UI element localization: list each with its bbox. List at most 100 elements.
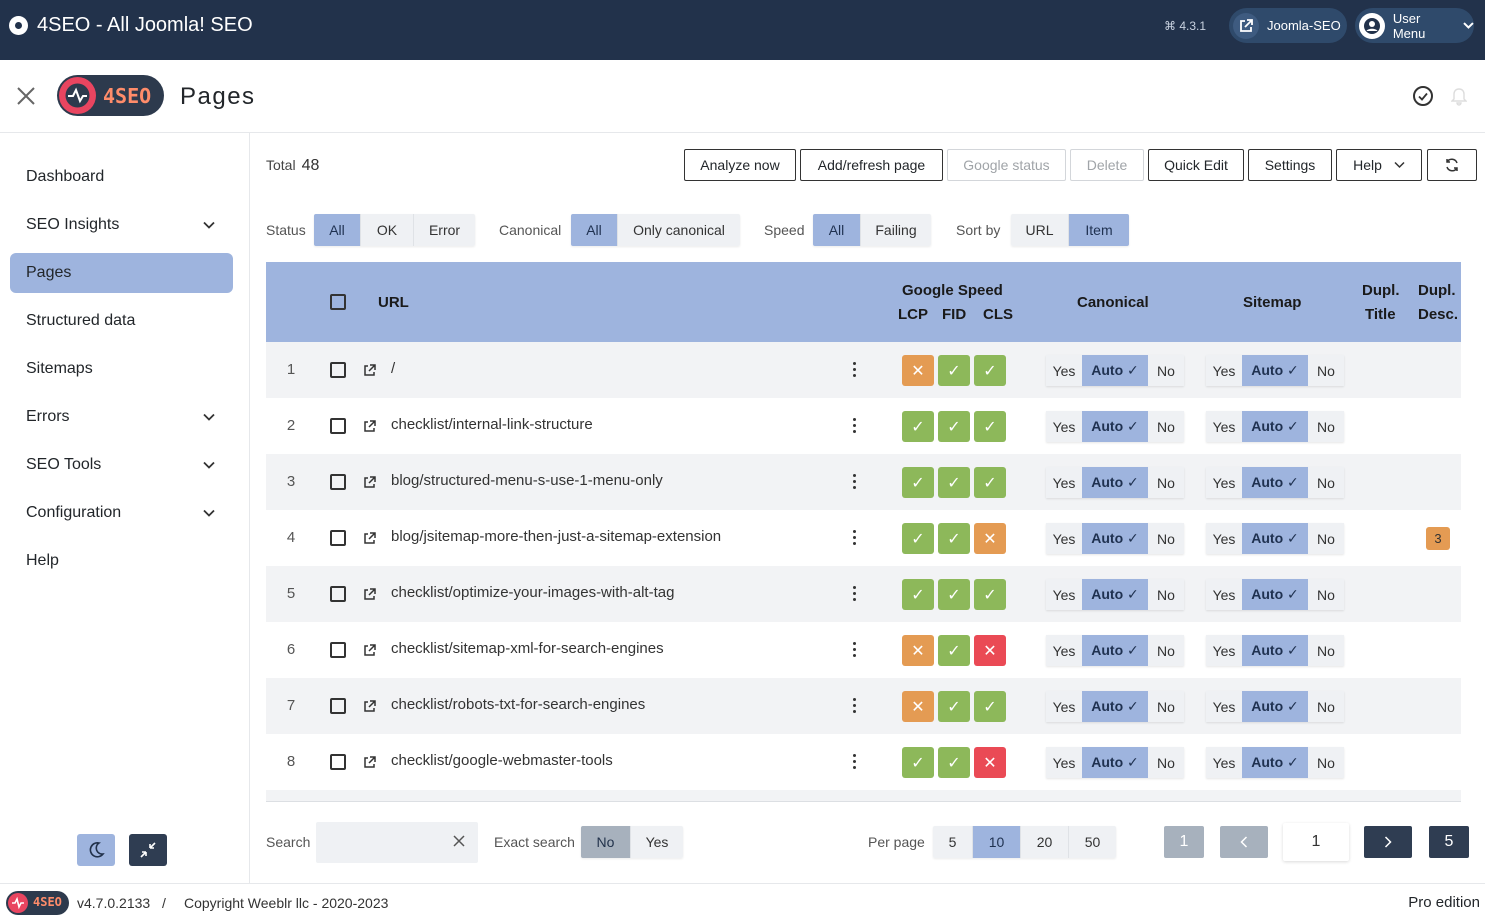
row-url[interactable]: blog/jsitemap-more-then-just-a-sitemap-e… — [391, 528, 721, 545]
external-link-icon[interactable] — [363, 700, 376, 713]
add-refresh-page-button[interactable]: Add/refresh page — [800, 149, 943, 181]
canonical-all-option[interactable]: All — [571, 214, 618, 246]
sitemap-no-option[interactable]: No — [1308, 467, 1344, 498]
sitemap-auto-option[interactable]: Auto ✓ — [1242, 523, 1308, 554]
sitemap-yes-option[interactable]: Yes — [1206, 747, 1242, 778]
sidebar-item-seo-insights[interactable]: SEO Insights — [10, 205, 233, 245]
sidebar-item-dashboard[interactable]: Dashboard — [10, 157, 233, 197]
sitemap-auto-option[interactable]: Auto ✓ — [1242, 579, 1308, 610]
select-all-checkbox[interactable] — [330, 294, 346, 310]
clear-search-icon[interactable] — [452, 834, 466, 848]
external-link-icon[interactable] — [363, 420, 376, 433]
row-checkbox[interactable] — [330, 362, 346, 378]
help-button[interactable]: Help — [1336, 149, 1422, 181]
sitemap-auto-option[interactable]: Auto ✓ — [1242, 411, 1308, 442]
canonical-no-option[interactable]: No — [1148, 467, 1184, 498]
exact-no-option[interactable]: No — [581, 826, 631, 858]
canonical-yes-option[interactable]: Yes — [1046, 355, 1082, 386]
per-page-option[interactable]: 10 — [973, 826, 1021, 858]
row-menu-icon[interactable] — [853, 698, 857, 714]
canonical-no-option[interactable]: No — [1148, 355, 1184, 386]
canonical-only-option[interactable]: Only canonical — [618, 214, 740, 246]
sitemap-auto-option[interactable]: Auto ✓ — [1242, 635, 1308, 666]
bell-icon[interactable] — [1451, 88, 1467, 106]
row-checkbox[interactable] — [330, 418, 346, 434]
canonical-auto-option[interactable]: Auto ✓ — [1082, 579, 1148, 610]
row-url[interactable]: / — [391, 360, 395, 377]
per-page-option[interactable]: 20 — [1021, 826, 1069, 858]
canonical-auto-option[interactable]: Auto ✓ — [1082, 523, 1148, 554]
row-checkbox[interactable] — [330, 698, 346, 714]
canonical-yes-option[interactable]: Yes — [1046, 635, 1082, 666]
sitemap-yes-option[interactable]: Yes — [1206, 467, 1242, 498]
last-page-button[interactable]: 5 — [1429, 826, 1469, 858]
refresh-button[interactable] — [1427, 149, 1477, 181]
row-menu-icon[interactable] — [853, 642, 857, 658]
canonical-yes-option[interactable]: Yes — [1046, 523, 1082, 554]
sitemap-auto-option[interactable]: Auto ✓ — [1242, 747, 1308, 778]
vertical-scrollbar[interactable] — [1461, 262, 1476, 802]
dupl-desc-badge[interactable]: 3 — [1426, 527, 1450, 550]
speed-failing-option[interactable]: Failing — [861, 214, 931, 246]
sitemap-no-option[interactable]: No — [1308, 635, 1344, 666]
canonical-no-option[interactable]: No — [1148, 747, 1184, 778]
settings-button[interactable]: Settings — [1248, 149, 1332, 181]
previous-page-button[interactable] — [1220, 826, 1268, 858]
google-status-button[interactable]: Google status — [947, 149, 1066, 181]
sitemap-yes-option[interactable]: Yes — [1206, 579, 1242, 610]
row-checkbox[interactable] — [330, 530, 346, 546]
search-input[interactable] — [324, 832, 444, 852]
sitemap-auto-option[interactable]: Auto ✓ — [1242, 691, 1308, 722]
sitemap-no-option[interactable]: No — [1308, 747, 1344, 778]
dark-mode-button[interactable] — [77, 834, 115, 866]
canonical-yes-option[interactable]: Yes — [1046, 579, 1082, 610]
sitemap-auto-option[interactable]: Auto ✓ — [1242, 467, 1308, 498]
canonical-yes-option[interactable]: Yes — [1046, 691, 1082, 722]
sitemap-yes-option[interactable]: Yes — [1206, 411, 1242, 442]
row-url[interactable]: blog/structured-menu-s-use-1-menu-only — [391, 472, 663, 489]
quick-edit-button[interactable]: Quick Edit — [1148, 149, 1244, 181]
external-link-icon[interactable] — [363, 588, 376, 601]
sitemap-no-option[interactable]: No — [1308, 523, 1344, 554]
canonical-no-option[interactable]: No — [1148, 579, 1184, 610]
external-link-icon[interactable] — [363, 532, 376, 545]
sitemap-yes-option[interactable]: Yes — [1206, 635, 1242, 666]
row-menu-icon[interactable] — [853, 586, 857, 602]
sort-url-option[interactable]: URL — [1011, 214, 1069, 246]
external-link-icon[interactable] — [363, 644, 376, 657]
sitemap-no-option[interactable]: No — [1308, 579, 1344, 610]
status-all-option[interactable]: All — [314, 214, 361, 246]
next-page-button[interactable] — [1364, 826, 1412, 858]
row-url[interactable]: checklist/internal-link-structure — [391, 416, 593, 433]
sitemap-auto-option[interactable]: Auto ✓ — [1242, 355, 1308, 386]
canonical-yes-option[interactable]: Yes — [1046, 411, 1082, 442]
exact-yes-option[interactable]: Yes — [631, 826, 683, 858]
row-menu-icon[interactable] — [853, 530, 857, 546]
status-error-option[interactable]: Error — [414, 214, 475, 246]
canonical-no-option[interactable]: No — [1148, 411, 1184, 442]
sidebar-item-errors[interactable]: Errors — [10, 397, 233, 437]
sort-item-option[interactable]: Item — [1069, 214, 1129, 246]
sidebar-item-sitemaps[interactable]: Sitemaps — [10, 349, 233, 389]
sitemap-no-option[interactable]: No — [1308, 355, 1344, 386]
row-url[interactable]: checklist/sitemap-xml-for-search-engines — [391, 640, 664, 657]
canonical-auto-option[interactable]: Auto ✓ — [1082, 467, 1148, 498]
analyze-now-button[interactable]: Analyze now — [684, 149, 796, 181]
status-ok-option[interactable]: OK — [361, 214, 414, 246]
row-menu-icon[interactable] — [853, 362, 857, 378]
canonical-no-option[interactable]: No — [1148, 523, 1184, 554]
external-link-icon[interactable] — [363, 756, 376, 769]
canonical-auto-option[interactable]: Auto ✓ — [1082, 691, 1148, 722]
row-menu-icon[interactable] — [853, 754, 857, 770]
url-column-header[interactable]: URL — [378, 294, 409, 311]
sitemap-no-option[interactable]: No — [1308, 691, 1344, 722]
canonical-auto-option[interactable]: Auto ✓ — [1082, 635, 1148, 666]
first-page-button[interactable]: 1 — [1164, 826, 1204, 858]
row-url[interactable]: checklist/robots-txt-for-search-engines — [391, 696, 645, 713]
user-menu-button[interactable]: User Menu — [1355, 8, 1474, 43]
row-menu-icon[interactable] — [853, 474, 857, 490]
sidebar-item-structured-data[interactable]: Structured data — [10, 301, 233, 341]
canonical-no-option[interactable]: No — [1148, 635, 1184, 666]
sidebar-item-pages[interactable]: Pages — [10, 253, 233, 293]
row-menu-icon[interactable] — [853, 418, 857, 434]
